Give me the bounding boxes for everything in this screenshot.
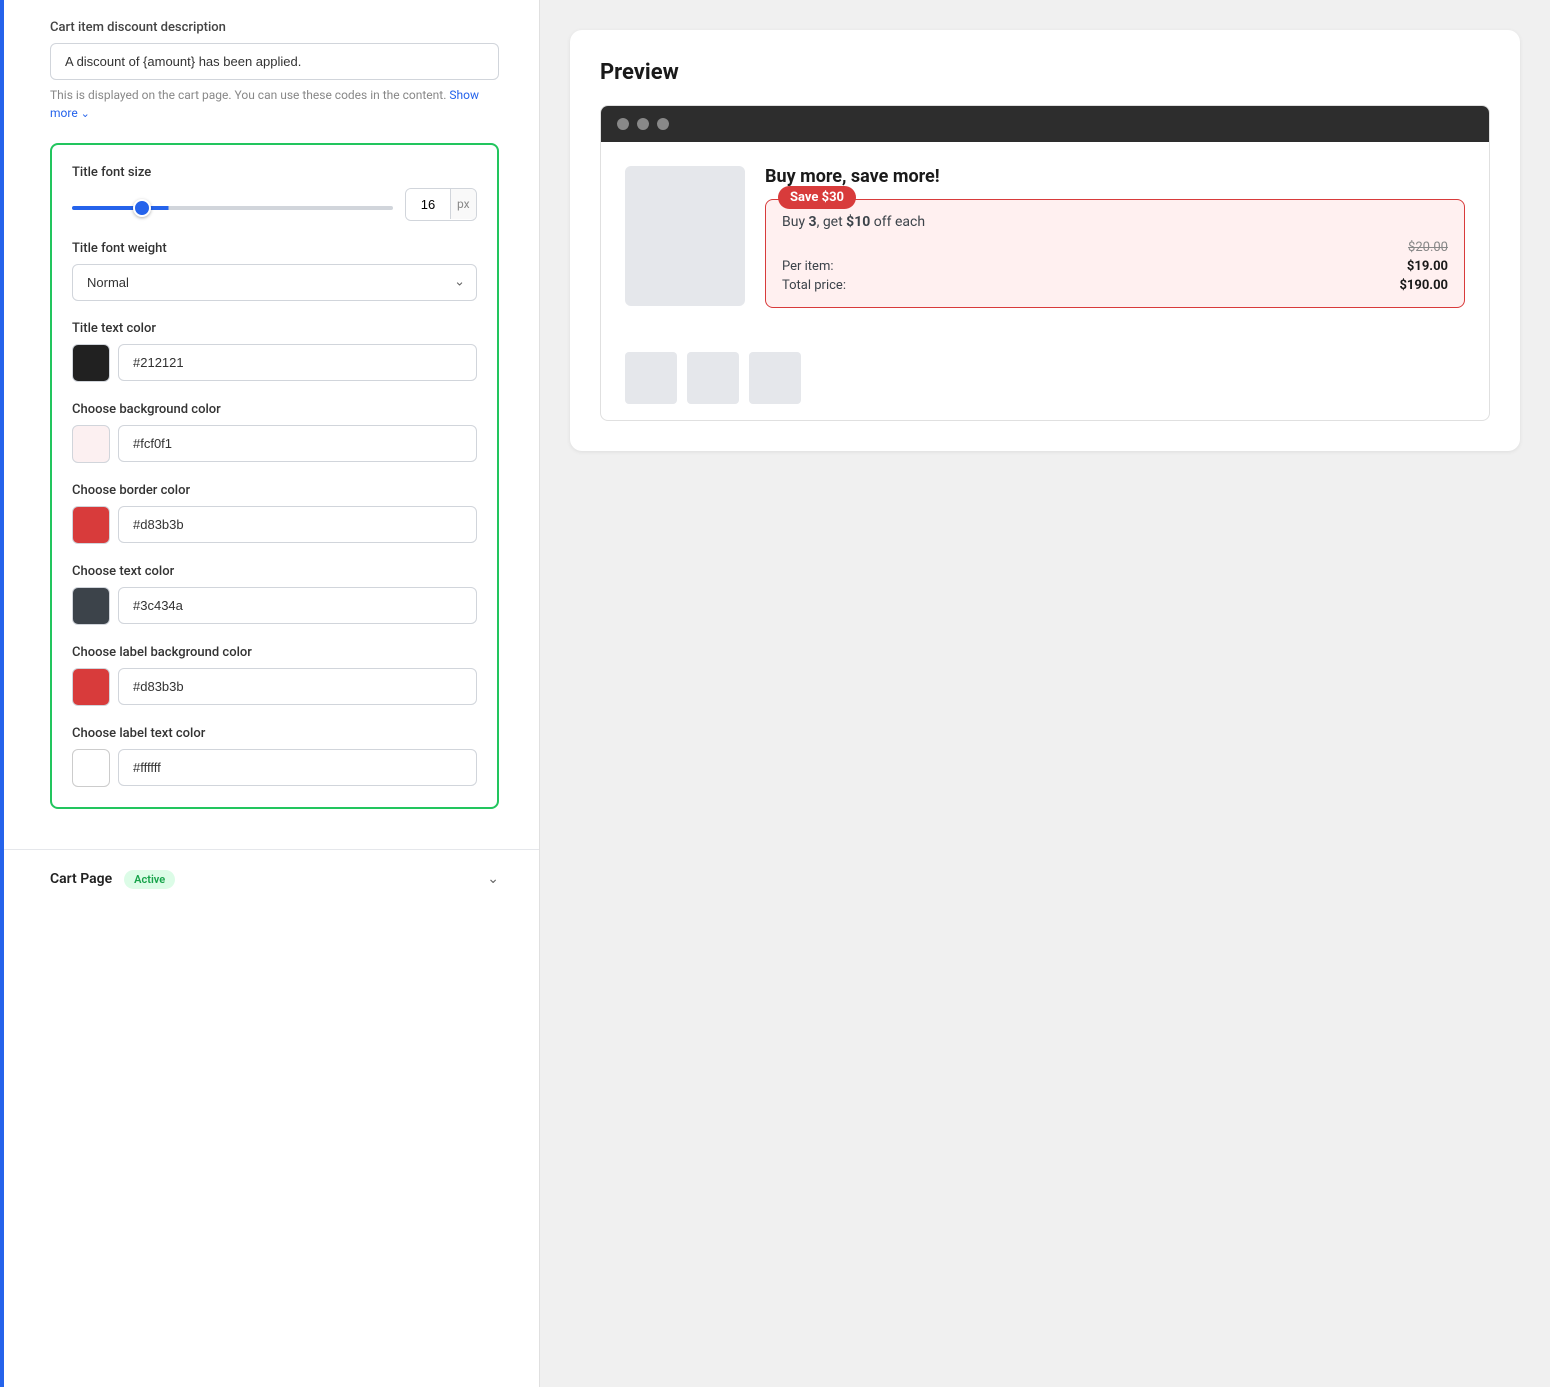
discount-hint: This is displayed on the cart page. You … <box>50 86 499 123</box>
label-text-color-row <box>72 749 477 787</box>
title-font-size-group: Title font size px <box>72 165 477 221</box>
cart-page-title: Cart Page <box>50 871 112 887</box>
border-color-group: Choose border color <box>72 483 477 544</box>
text-color-group: Choose text color <box>72 564 477 625</box>
text-color-row <box>72 587 477 625</box>
browser-dot-3 <box>657 118 669 130</box>
left-blue-bar <box>0 0 4 1387</box>
offer-qty: 3 <box>809 214 817 230</box>
font-weight-select[interactable]: Thin Light Normal Medium Semi Bold Bold … <box>72 264 477 301</box>
slider-row: px <box>72 188 477 221</box>
active-badge: Active <box>124 870 175 889</box>
bg-color-row <box>72 425 477 463</box>
label-text-color-swatch[interactable] <box>72 749 110 787</box>
preview-title: Preview <box>600 60 1490 85</box>
discount-description-label: Cart item discount description <box>50 20 499 35</box>
per-item-row: Per item: $19.00 <box>782 259 1448 274</box>
font-size-unit: px <box>450 189 476 219</box>
right-panel: Preview Buy more, save more! Save $30 Bu… <box>540 0 1550 1387</box>
font-size-slider[interactable] <box>72 206 393 210</box>
label-bg-color-input[interactable] <box>118 668 477 705</box>
product-thumbnail <box>625 166 745 306</box>
label-bg-color-group: Choose label background color <box>72 645 477 706</box>
title-text-color-swatch[interactable] <box>72 344 110 382</box>
per-item-price: $19.00 <box>1407 259 1448 274</box>
thumb-row <box>601 352 1489 420</box>
offer-prices: $20.00 Per item: $19.00 Total price: $19… <box>782 240 1448 293</box>
label-text-color-group: Choose label text color <box>72 726 477 787</box>
discount-description-group: Cart item discount description This is d… <box>50 20 499 123</box>
bg-color-swatch[interactable] <box>72 425 110 463</box>
font-size-input-wrap: px <box>405 188 477 221</box>
cart-page-row: Cart Page Active ⌄ <box>50 870 499 889</box>
cart-page-chevron[interactable]: ⌄ <box>487 871 499 887</box>
product-info: Buy more, save more! Save $30 Buy 3, get… <box>765 166 1465 308</box>
original-price: $20.00 <box>782 240 1448 255</box>
title-font-weight-group: Title font weight Thin Light Normal Medi… <box>72 241 477 301</box>
title-text-color-input[interactable] <box>118 344 477 381</box>
title-text-color-row <box>72 344 477 382</box>
offer-amount: $10 <box>846 214 870 230</box>
border-color-row <box>72 506 477 544</box>
font-size-input[interactable] <box>406 189 450 220</box>
browser-dot-1 <box>617 118 629 130</box>
total-price: $190.00 <box>1399 278 1448 293</box>
font-weight-select-wrap: Thin Light Normal Medium Semi Bold Bold … <box>72 264 477 301</box>
browser-dot-2 <box>637 118 649 130</box>
bg-color-label: Choose background color <box>72 402 477 417</box>
total-label: Total price: <box>782 278 846 293</box>
left-panel: Cart item discount description This is d… <box>0 0 540 1387</box>
title-text-color-label: Title text color <box>72 321 477 336</box>
title-font-weight-label: Title font weight <box>72 241 477 256</box>
text-color-swatch[interactable] <box>72 587 110 625</box>
title-text-color-group: Title text color <box>72 321 477 382</box>
label-text-color-input[interactable] <box>118 749 477 786</box>
border-color-label: Choose border color <box>72 483 477 498</box>
bg-color-input[interactable] <box>118 425 477 462</box>
browser-content: Buy more, save more! Save $30 Buy 3, get… <box>601 142 1489 332</box>
small-thumb-3 <box>749 352 801 404</box>
show-more-chevron: ⌄ <box>81 107 90 120</box>
save-badge: Save $30 <box>778 186 856 209</box>
discount-description-input[interactable] <box>50 43 499 80</box>
per-item-label: Per item: <box>782 259 834 274</box>
label-bg-color-row <box>72 668 477 706</box>
title-font-size-label: Title font size <box>72 165 477 180</box>
cart-page-section: Cart Page Active ⌄ <box>0 849 539 909</box>
browser-bar <box>601 106 1489 142</box>
offer-card: Save $30 Buy 3, get $10 off each $20.00 … <box>765 199 1465 308</box>
total-price-row: Total price: $190.00 <box>782 278 1448 293</box>
label-bg-color-swatch[interactable] <box>72 668 110 706</box>
styling-section: Title font size px Title font weight T <box>50 143 499 809</box>
bg-color-group: Choose background color <box>72 402 477 463</box>
preview-card: Preview Buy more, save more! Save $30 Bu… <box>570 30 1520 451</box>
label-text-color-label: Choose label text color <box>72 726 477 741</box>
text-color-input[interactable] <box>118 587 477 624</box>
slider-container <box>72 195 393 214</box>
small-thumb-2 <box>687 352 739 404</box>
text-color-label: Choose text color <box>72 564 477 579</box>
cart-page-left: Cart Page Active <box>50 870 175 889</box>
browser-mockup: Buy more, save more! Save $30 Buy 3, get… <box>600 105 1490 421</box>
product-title: Buy more, save more! <box>765 166 1465 187</box>
label-bg-color-label: Choose label background color <box>72 645 477 660</box>
border-color-input[interactable] <box>118 506 477 543</box>
offer-title: Buy 3, get $10 off each <box>782 214 1448 230</box>
small-thumb-1 <box>625 352 677 404</box>
border-color-swatch[interactable] <box>72 506 110 544</box>
